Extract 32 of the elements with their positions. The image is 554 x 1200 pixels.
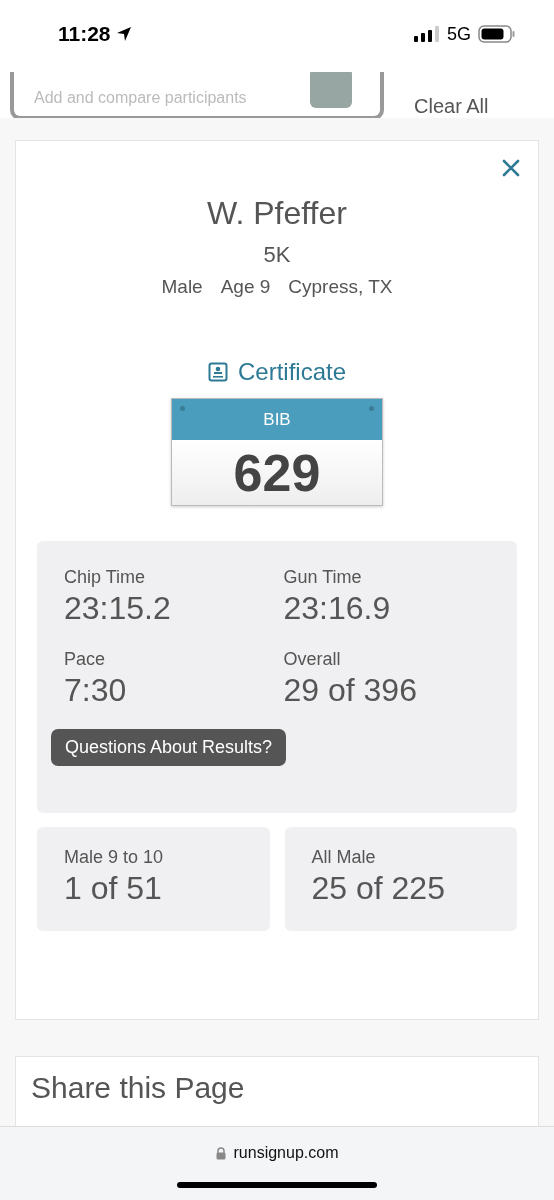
- share-title: Share this Page: [31, 1071, 246, 1105]
- status-time: 11:28: [58, 22, 111, 46]
- event-name: 5K: [263, 242, 291, 268]
- participant-name: W. Pfeffer: [207, 195, 347, 232]
- network-label: 5G: [447, 23, 471, 45]
- participant-detail: Age 9: [220, 276, 271, 298]
- participant-detail: Male: [161, 276, 203, 298]
- battery-icon: [478, 25, 516, 43]
- stat-label: Chip Time: [64, 567, 147, 588]
- stat-label: All Male: [311, 847, 377, 868]
- participant-detail: Cypress, TX: [288, 276, 393, 298]
- stat-value: 7:30: [64, 672, 128, 709]
- certificate-icon: [207, 362, 228, 382]
- bib-label: BIB: [263, 409, 291, 430]
- lock-icon: [215, 1146, 226, 1160]
- stat-label: Gun Time: [283, 567, 363, 588]
- close-icon[interactable]: [502, 159, 520, 177]
- stat-value: 23:15.2: [64, 590, 172, 627]
- browser-domain[interactable]: runsignup.com: [233, 1144, 339, 1162]
- stat-label: Pace: [64, 649, 107, 670]
- stat-label: Overall: [283, 649, 342, 670]
- stat-label: Male 9 to 10: [64, 847, 165, 868]
- stat-value: 23:16.9: [283, 590, 392, 627]
- stat-value: 25 of 225: [311, 870, 446, 907]
- stat-value: 29 of 396: [283, 672, 418, 709]
- signal-icon: [414, 26, 440, 42]
- questions-button[interactable]: Questions About Results?: [51, 729, 287, 766]
- stat-value: 1 of 51: [64, 870, 163, 907]
- bib-number: 629: [172, 440, 382, 505]
- clear-all-button[interactable]: Clear All: [414, 94, 489, 118]
- certificate-link[interactable]: Certificate: [207, 358, 346, 386]
- compare-field[interactable]: Add and compare participants: [10, 72, 384, 118]
